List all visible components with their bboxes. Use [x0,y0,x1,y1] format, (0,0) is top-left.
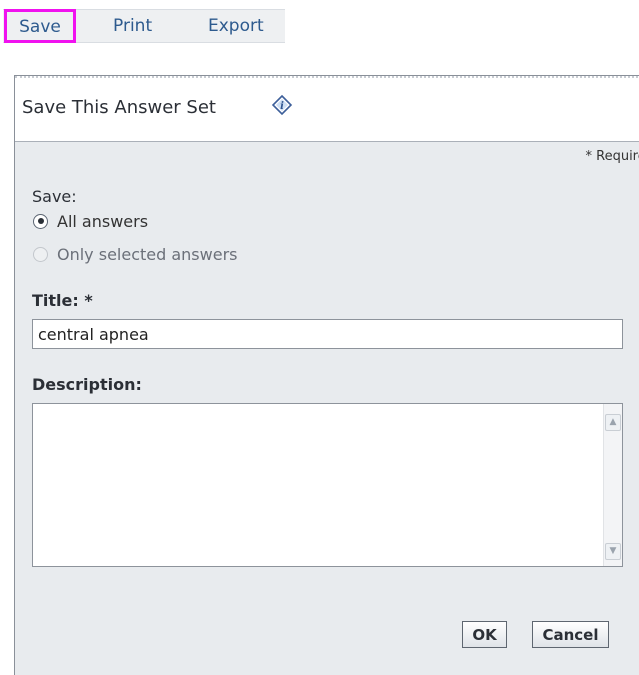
ok-button[interactable]: OK [462,621,507,648]
dialog-title: Save This Answer Set [22,97,216,118]
all-answers-radio[interactable] [33,214,48,229]
save-options-label: Save: [32,187,77,206]
title-input[interactable] [32,319,623,349]
only-selected-answers-option: Only selected answers [33,243,237,265]
description-textarea[interactable] [33,404,603,566]
scroll-down-arrow-icon[interactable]: ▼ [605,543,621,560]
print-link[interactable]: Print [113,10,152,42]
export-link[interactable]: Export [208,10,264,42]
save-answer-set-dialog: Save This Answer Set i * Required Save: … [14,75,639,675]
save-link[interactable]: Save [4,9,76,43]
all-answers-label: All answers [57,212,148,231]
description-scrollbar[interactable]: ▲ ▼ [603,404,622,566]
all-answers-option[interactable]: All answers [33,210,148,232]
svg-text:i: i [280,101,284,112]
required-note: * Required [586,149,639,164]
dialog-header: Save This Answer Set i [15,76,639,142]
only-selected-answers-label: Only selected answers [57,245,237,264]
description-label: Description: [32,375,142,394]
only-selected-answers-radio [33,247,48,262]
scroll-up-arrow-icon[interactable]: ▲ [605,414,621,431]
cancel-button[interactable]: Cancel [532,621,609,648]
help-diamond-icon[interactable]: i [271,94,293,116]
title-label: Title: * [32,291,93,310]
toolbar: Save Print Export [3,9,285,43]
description-box: ▲ ▼ [32,403,623,567]
